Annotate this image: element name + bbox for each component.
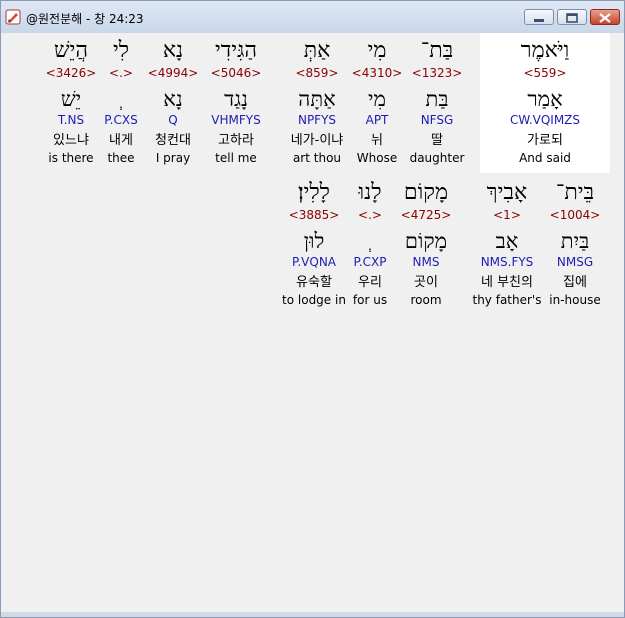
strong-number: <5046> [210,66,262,80]
interlinear-word[interactable]: אַתְּ <859> אַתָּה NPFYS 네가-이냐 art thou [277,33,357,173]
lexical-form: אַתָּה [298,87,336,111]
korean-gloss: 곳이 [414,275,438,290]
lexical-form: יֵשׁ [60,87,82,111]
strong-number: <559> [523,66,567,80]
strong-number: <1> [493,208,521,222]
korean-gloss: 네가-이냐 [290,133,344,148]
parsing-code: P.VQNA [291,255,337,269]
korean-gloss: 있느냐 [53,133,89,148]
english-gloss: is there [48,151,94,165]
korean-gloss: 고하라 [218,133,254,148]
lexical-form: בַּת [425,87,449,111]
parsing-code: VHMFYS [211,113,261,127]
interlinear-word[interactable]: הֲיֵשׁ <3426> יֵשׁ T.NS 있느냐 is there [35,33,107,173]
app-window: @원전분해 - 창 24:23 וַיֹּאמֶר <559> אָמַר CW.VQ… [0,0,625,618]
parsing-code: NMS [412,255,440,269]
maximize-button[interactable] [557,9,587,25]
minimize-button[interactable] [524,9,554,25]
korean-gloss: 딸 [431,133,443,148]
minimize-icon [534,19,544,22]
edit-pen-icon [5,9,21,25]
korean-gloss: 유숙할 [296,275,332,290]
english-gloss: art thou [292,151,342,165]
interlinear-word[interactable]: הַגִּידִי <5046> נָגַד VHMFYS 고하라 tell me [197,33,275,173]
close-icon [599,13,611,23]
maximize-icon [566,13,578,23]
strong-number: <859> [295,66,339,80]
close-button[interactable] [590,9,620,25]
interlinear-word[interactable]: מָקוֹם <4725> מָקוֹם NMS 곳이 room [391,175,461,315]
english-gloss: thy father's [472,293,542,307]
interlinear-word[interactable]: לָלִין׃ <3885> לוּן P.VQNA 유숙할 to lodge in [269,175,359,315]
hebrew-word: מָקוֹם [403,180,449,205]
strong-number: <3426> [45,66,97,80]
hebrew-word: לָלִין׃ [298,180,330,205]
english-gloss: And said [519,151,571,165]
hebrew-word: הַגִּידִי [214,38,258,63]
korean-gloss: 가로되 [527,133,563,148]
hebrew-word: בַּת־ [420,38,454,63]
english-gloss: tell me [215,151,257,165]
interlinear-panel: וַיֹּאמֶר <559> אָמַר CW.VQIMZS 가로되 And said ב… [6,33,623,612]
title-bar[interactable]: @원전분해 - 창 24:23 [1,1,624,33]
strong-number: <4725> [400,208,452,222]
english-gloss: daughter [409,151,465,165]
lexical-form: לוּן [303,229,325,253]
parsing-code: NFSG [420,113,454,127]
strong-number: <3885> [288,208,340,222]
korean-gloss: 네 부친의 [481,275,533,290]
hebrew-word: וַיֹּאמֶר [520,38,570,63]
english-gloss: to lodge in [282,293,346,307]
interlinear-word[interactable]: אָבִיךְ <1> אָב NMS.FYS 네 부친의 thy father's [459,175,555,315]
window-title: @원전분해 - 창 24:23 [26,12,144,26]
parsing-code: NPFYS [297,113,337,127]
interlinear-word[interactable]: בַּת־ <1323> בַּת NFSG 딸 daughter [401,33,473,173]
strong-number: <1323> [411,66,463,80]
parsing-code: CW.VQIMZS [509,113,581,127]
parsing-code: T.NS [57,113,85,127]
lexical-form: מָקוֹם [404,229,448,253]
lexical-form: נָגַד [224,87,248,111]
hebrew-word: הֲיֵשׁ [54,38,88,63]
parsing-code: NMS.FYS [480,255,534,269]
lexical-form: אָב [495,229,519,253]
hebrew-word: אַתְּ [303,38,331,63]
interlinear-word[interactable]: וַיֹּאמֶר <559> אָמַר CW.VQIMZS 가로되 And said [480,33,610,173]
hebrew-word: אָבִיךְ [486,180,528,205]
english-gloss: room [410,293,442,307]
status-bar [1,612,624,617]
lexical-form: אָמַר [527,87,563,111]
